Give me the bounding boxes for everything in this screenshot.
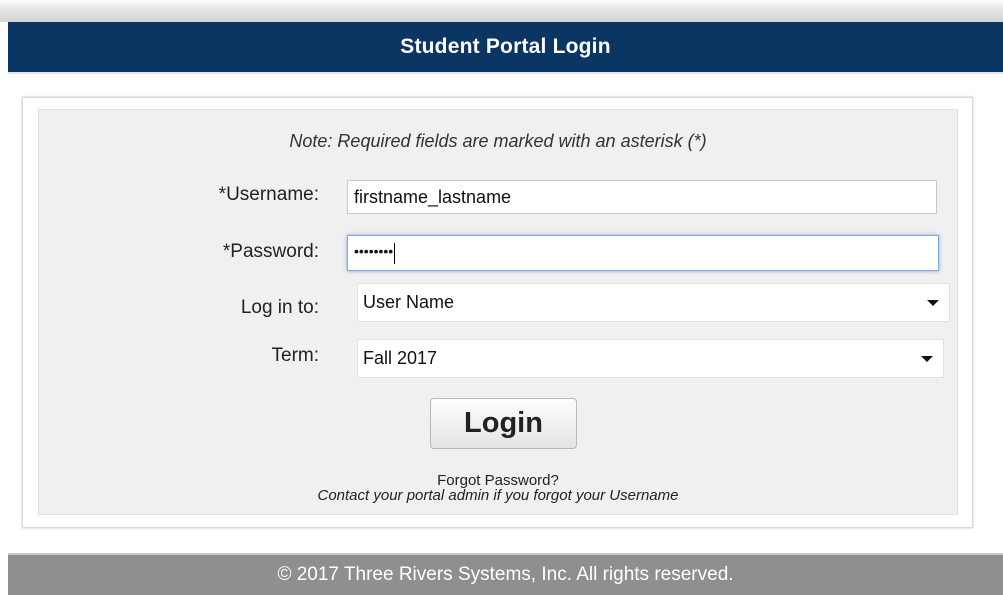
chevron-down-icon xyxy=(921,355,933,362)
contact-admin-note: Contact your portal admin if you forgot … xyxy=(317,487,679,504)
username-input[interactable]: firstname_lastname xyxy=(347,180,937,214)
login-panel: Note: Required fields are marked with an… xyxy=(22,97,973,528)
login-to-select[interactable]: User Name xyxy=(357,283,950,322)
required-fields-note: Note: Required fields are marked with an… xyxy=(289,131,707,151)
page-footer: © 2017 Three Rivers Systems, Inc. All ri… xyxy=(8,553,1003,595)
login-form: Note: Required fields are marked with an… xyxy=(38,109,958,515)
copyright-text: © 2017 Three Rivers Systems, Inc. All ri… xyxy=(277,564,734,585)
chevron-down-icon xyxy=(927,299,939,306)
top-gradient-strip xyxy=(0,0,1003,22)
login-to-selected-value: User Name xyxy=(363,292,455,312)
password-masked-value: •••••••• xyxy=(354,243,394,259)
portal-header: Student Portal Login xyxy=(8,22,1003,74)
login-to-label: Log in to: xyxy=(240,297,319,318)
term-select[interactable]: Fall 2017 xyxy=(357,339,944,378)
username-label: *Username: xyxy=(218,184,319,205)
term-selected-value: Fall 2017 xyxy=(363,348,438,368)
password-input[interactable]: •••••••• xyxy=(347,235,939,271)
login-button[interactable]: Login xyxy=(430,398,577,449)
text-cursor xyxy=(394,242,396,264)
username-value: firstname_lastname xyxy=(354,186,512,207)
term-label: Term: xyxy=(271,345,320,366)
page-title: Student Portal Login xyxy=(400,35,611,58)
password-label: *Password: xyxy=(222,241,319,262)
